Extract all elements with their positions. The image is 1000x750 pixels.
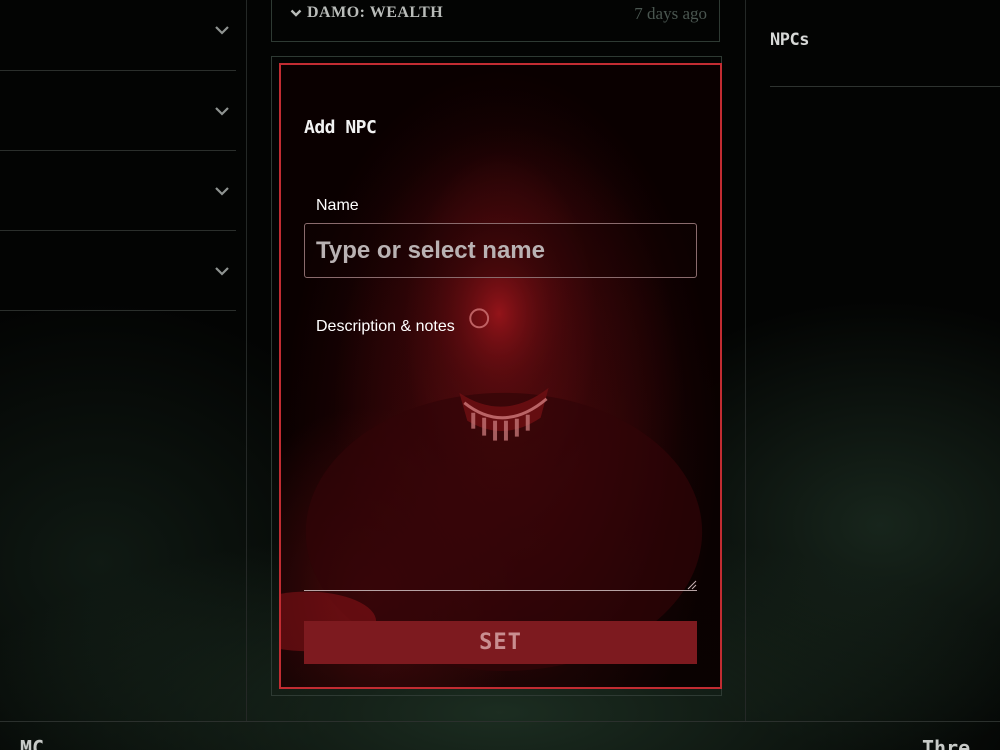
news-card-title[interactable]: DAMO: WEALTH — [290, 4, 443, 22]
description-textarea[interactable] — [304, 347, 697, 591]
chevron-down-icon[interactable] — [214, 186, 230, 196]
accordion-item[interactable] — [0, 71, 236, 151]
npcs-divider — [770, 86, 1000, 87]
accordion-item[interactable] — [0, 0, 236, 71]
name-input[interactable] — [304, 223, 697, 278]
news-card-timestamp: 7 days ago — [634, 4, 707, 23]
left-accordion — [0, 0, 236, 311]
add-npc-modal: Add NPC Name Description & notes SET — [279, 63, 722, 689]
column-divider — [246, 0, 247, 722]
chevron-down-icon[interactable] — [214, 25, 230, 35]
npcs-panel-title: NPCs — [770, 30, 809, 50]
chevron-down-icon — [290, 9, 302, 17]
chevron-down-icon[interactable] — [214, 266, 230, 276]
resize-handle-icon[interactable] — [687, 580, 697, 590]
modal-frame: Add NPC Name Description & notes SET — [271, 56, 722, 696]
name-label: Name — [316, 197, 359, 214]
bottom-right-label: Thre — [922, 736, 971, 750]
app-screen: DAMO: WEALTH 7 days ago Add NPC Name Typ… — [0, 0, 1000, 750]
npcs-panel: NPCs — [746, 0, 1000, 722]
accordion-item[interactable] — [0, 231, 236, 311]
set-button[interactable]: SET — [304, 621, 697, 664]
description-label: Description & notes — [316, 318, 455, 335]
modal-title: Add NPC — [304, 117, 377, 138]
news-card-title-text: DAMO: WEALTH — [307, 4, 444, 21]
news-card[interactable]: DAMO: WEALTH 7 days ago — [271, 0, 720, 42]
accordion-item[interactable] — [0, 151, 236, 231]
bottom-bar: MC Thre — [0, 721, 1000, 750]
chevron-down-icon[interactable] — [214, 106, 230, 116]
bottom-left-label: MC — [20, 736, 45, 750]
